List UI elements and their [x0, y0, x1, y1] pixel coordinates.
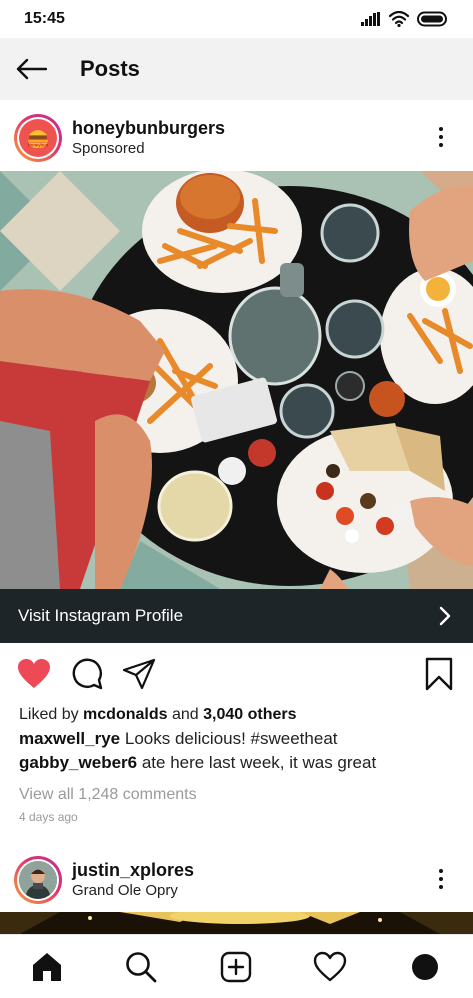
page-title: Posts [80, 56, 140, 81]
post-username[interactable]: justin_xplores [72, 860, 194, 881]
svg-text:Honeybun: Honeybun [28, 143, 49, 148]
avatar[interactable]: Honeybun [14, 114, 62, 162]
post-username[interactable]: honeybunburgers [72, 118, 225, 139]
post-header: Honeybun honeybunburgers Sponsored [0, 102, 473, 172]
view-all-comments-link[interactable]: View all 1,248 comments [19, 786, 197, 804]
add-post-icon [220, 951, 252, 983]
chevron-right-icon [439, 606, 451, 626]
comment-text: ate here last week, it was great [137, 753, 377, 772]
food-photo [0, 171, 473, 589]
burger-logo-icon: Honeybun [28, 130, 49, 148]
share-button[interactable] [121, 656, 157, 692]
more-dot-icon [439, 135, 443, 139]
search-icon [126, 952, 157, 983]
likes-prefix: Liked by [19, 706, 84, 723]
heart-icon [18, 659, 50, 688]
person-photo-icon [19, 861, 57, 899]
signal-icon [361, 12, 380, 26]
battery-icon [417, 11, 447, 27]
back-button[interactable] [14, 53, 48, 85]
post-location[interactable]: Grand Ole Opry [72, 882, 178, 899]
post-header: justin_xplores Grand Ole Opry [0, 844, 473, 914]
status-icons [361, 11, 449, 27]
venue-photo [0, 912, 473, 934]
nav-activity[interactable] [312, 949, 348, 985]
comment-button[interactable] [69, 656, 105, 692]
back-arrow-icon [16, 58, 47, 80]
nav-home[interactable] [29, 949, 65, 985]
post-sponsored-label: Sponsored [72, 140, 145, 157]
more-dot-icon [439, 877, 443, 881]
comment-row: maxwell_rye Looks delicious! #sweetheat [19, 729, 338, 749]
post-image[interactable] [0, 912, 473, 934]
nav-profile[interactable] [407, 949, 443, 985]
status-time: 15:45 [24, 10, 65, 27]
more-options-button[interactable] [431, 865, 451, 893]
comment-username[interactable]: gabby_weber6 [19, 753, 137, 772]
comment-text: Looks delicious! #sweetheat [120, 729, 338, 748]
nav-search[interactable] [123, 949, 159, 985]
app-header: Posts [0, 38, 473, 100]
like-button[interactable] [16, 656, 52, 692]
more-dot-icon [439, 869, 443, 873]
share-icon [122, 658, 156, 690]
comment-username[interactable]: maxwell_rye [19, 729, 120, 748]
comment-row: gabby_weber6 ate here last week, it was … [19, 753, 376, 773]
more-dot-icon [439, 885, 443, 889]
home-icon [33, 953, 61, 981]
status-bar: 15:45 [0, 0, 473, 38]
post-actions [0, 650, 473, 698]
likes-summary: Liked by mcdonalds and 3,040 others [19, 706, 297, 724]
nav-add-post[interactable] [218, 949, 254, 985]
bookmark-icon [425, 657, 453, 691]
likes-user-link[interactable]: mcdonalds [83, 706, 167, 723]
avatar[interactable] [14, 856, 62, 904]
likes-count-link[interactable]: 3,040 others [203, 706, 296, 723]
bottom-nav [0, 934, 473, 998]
visit-profile-cta[interactable]: Visit Instagram Profile [0, 589, 473, 643]
profile-icon [412, 954, 438, 980]
wifi-icon [389, 11, 409, 27]
post-timestamp: 4 days ago [19, 810, 78, 824]
bookmark-button[interactable] [421, 656, 457, 692]
more-dot-icon [439, 127, 443, 131]
more-options-button[interactable] [431, 123, 451, 151]
comment-icon [72, 658, 103, 690]
activity-icon [313, 951, 347, 982]
visit-profile-label: Visit Instagram Profile [18, 606, 184, 625]
likes-mid: and [167, 706, 204, 723]
post-image[interactable] [0, 171, 473, 589]
more-dot-icon [439, 143, 443, 147]
